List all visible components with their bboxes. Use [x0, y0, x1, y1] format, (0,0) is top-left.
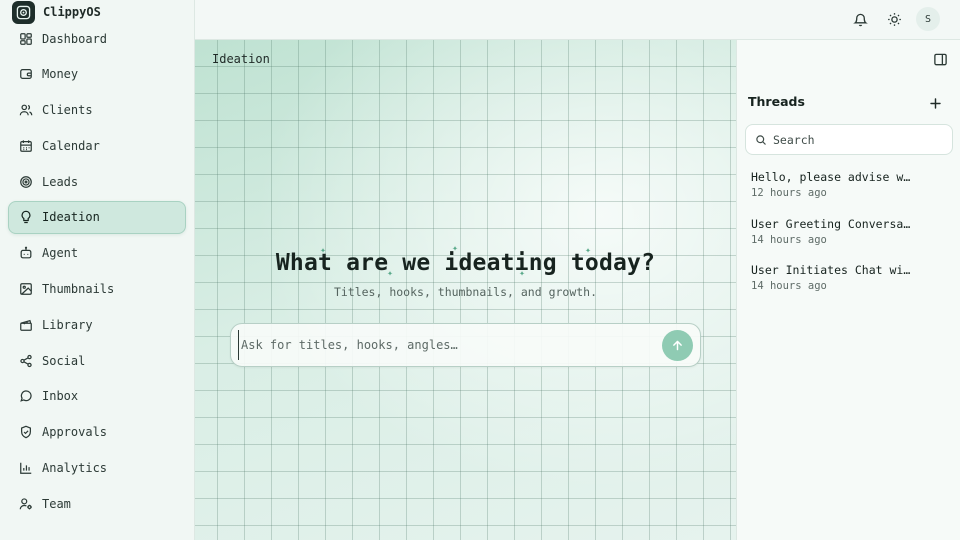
sidebar-item-label: Team	[42, 496, 71, 511]
page-title: What are we ideating today?	[275, 250, 656, 276]
user-avatar[interactable]: S	[916, 7, 940, 31]
arrow-up-icon	[673, 340, 682, 350]
image-icon	[20, 283, 32, 295]
brand[interactable]: ClippyOS	[12, 0, 101, 24]
share-icon	[20, 354, 32, 367]
sidebar-item-label: Clients	[42, 103, 93, 118]
notifications-button[interactable]	[848, 7, 872, 31]
users-icon	[19, 104, 33, 116]
sidebar-item-calendar[interactable]: Calendar	[8, 129, 186, 162]
sidebar-item-label: Inbox	[42, 389, 79, 404]
layout-grid-icon	[20, 32, 32, 45]
bar-chart-icon	[20, 462, 32, 474]
thread-search-input[interactable]	[773, 132, 943, 147]
sidebar-item-agent[interactable]: Agent	[8, 237, 186, 270]
page-subtitle: Titles, hooks, thumbnails, and growth.	[333, 285, 598, 299]
wallet-icon	[20, 69, 32, 80]
sidebar-item-thumbnails[interactable]: Thumbnails	[8, 273, 186, 306]
sidebar-item-ideation[interactable]: Ideation	[8, 200, 186, 234]
sidebar-item-leads[interactable]: Leads	[8, 165, 186, 198]
sidebar-item-label: Leads	[42, 174, 79, 189]
sidebar-item-label: Approvals	[42, 425, 108, 440]
thread-search	[745, 124, 953, 155]
bot-icon	[20, 246, 32, 259]
shield-check-icon	[21, 425, 31, 439]
theme-toggle-button[interactable]	[882, 7, 906, 31]
sidebar-item-team[interactable]: Team	[8, 487, 186, 520]
panel-right-icon	[934, 53, 947, 66]
thread-timestamp: 12 hours ago	[751, 187, 827, 199]
sidebar-item-inbox[interactable]: Inbox	[8, 380, 186, 413]
prompt-box	[230, 323, 701, 367]
threads-heading: Threads	[748, 94, 805, 109]
sidebar-item-label: Social	[42, 353, 86, 368]
sidebar-item-label: Ideation	[42, 210, 100, 225]
sidebar-item-dashboard[interactable]: Dashboard	[8, 22, 186, 55]
section-label: Ideation	[212, 52, 270, 66]
sidebar-item-label: Thumbnails	[42, 282, 115, 297]
send-button[interactable]	[662, 329, 693, 361]
sidebar-item-clients[interactable]: Clients	[8, 94, 186, 127]
user-cog-icon	[19, 498, 32, 510]
app-name: ClippyOS	[43, 5, 101, 19]
thread-item[interactable]: Hello, please advise wha… 12 hours ago	[751, 170, 951, 217]
thread-title: Hello, please advise wha…	[751, 170, 915, 184]
sidebar-item-approvals[interactable]: Approvals	[8, 416, 186, 449]
top-bar-actions: S	[848, 7, 940, 31]
sidebar-item-label: Library	[42, 317, 93, 332]
target-icon	[20, 175, 32, 188]
sidebar: ClippyOS Dashboard Money Clients Calenda…	[0, 0, 195, 540]
new-thread-button[interactable]	[929, 95, 942, 114]
sidebar-item-label: Calendar	[42, 138, 100, 153]
thread-item[interactable]: User Greeting Conversati… 14 hours ago	[751, 217, 951, 264]
top-bar: S	[195, 0, 960, 40]
thread-item[interactable]: User Initiates Chat with… 14 hours ago	[751, 263, 951, 310]
thread-timestamp: 14 hours ago	[751, 280, 827, 292]
app-logo-icon	[12, 0, 35, 24]
bell-icon	[852, 13, 868, 26]
prompt-input[interactable]	[238, 330, 662, 360]
sidebar-item-social[interactable]: Social	[8, 344, 186, 377]
thread-timestamp: 14 hours ago	[751, 233, 827, 246]
ideation-canvas: Ideation ✦ ✦ ✦ ✦ ✦ What are we ideating …	[195, 40, 736, 540]
calendar-icon	[20, 140, 32, 152]
sidebar-nav: Dashboard Money Clients Calendar Leads I…	[8, 22, 186, 523]
sidebar-item-label: Money	[42, 67, 79, 82]
sidebar-item-label: Dashboard	[42, 31, 108, 46]
thread-title: User Initiates Chat with…	[751, 263, 915, 277]
sidebar-item-label: Analytics	[42, 461, 108, 476]
sidebar-item-money[interactable]: Money	[8, 58, 186, 91]
lightbulb-icon	[21, 211, 31, 224]
sidebar-item-analytics[interactable]: Analytics	[8, 452, 186, 485]
clapperboard-icon	[20, 319, 32, 331]
threads-panel: Threads Hello, please advise wha… 12 hou…	[736, 40, 960, 540]
message-circle-icon	[20, 390, 32, 403]
plus-icon	[930, 98, 941, 109]
thread-title: User Greeting Conversati…	[751, 216, 915, 231]
sun-icon	[887, 12, 901, 26]
thread-list: Hello, please advise wha… 12 hours ago U…	[751, 170, 951, 310]
sidebar-item-label: Agent	[42, 246, 79, 261]
sidebar-item-library[interactable]: Library	[8, 308, 186, 341]
panel-toggle-button[interactable]	[933, 52, 948, 71]
search-icon	[756, 134, 766, 145]
